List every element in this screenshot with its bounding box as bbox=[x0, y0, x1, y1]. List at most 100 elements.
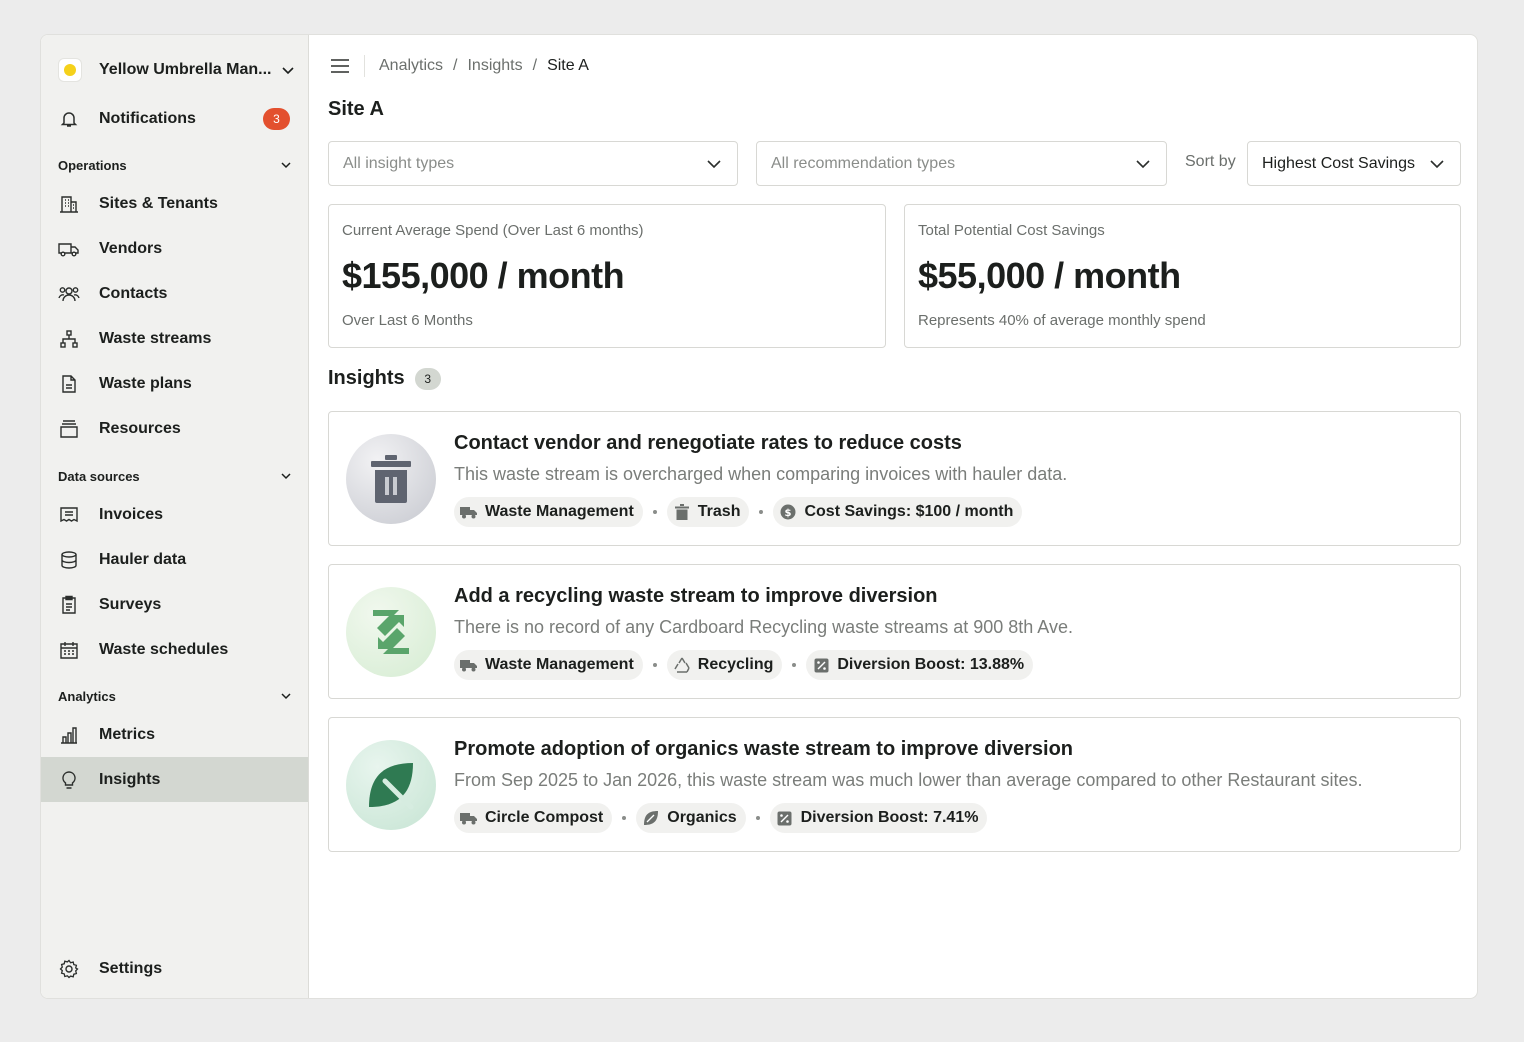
sidebar-item-label: Insights bbox=[99, 770, 161, 788]
stat-card-savings: Total Potential Cost Savings $55,000 / m… bbox=[904, 204, 1461, 348]
insight-card[interactable]: Add a recycling waste stream to improve … bbox=[328, 564, 1461, 699]
gear-icon bbox=[58, 958, 80, 980]
breadcrumb-separator: / bbox=[453, 57, 458, 74]
sidebar-item-label: Contacts bbox=[99, 284, 168, 302]
chevron-down-icon bbox=[707, 159, 721, 168]
svg-text:$: $ bbox=[785, 508, 792, 519]
count-badge: 3 bbox=[414, 367, 441, 390]
impact-tag: Diversion Boost: 13.88% bbox=[806, 650, 1034, 680]
section-operations[interactable]: Operations bbox=[58, 154, 293, 176]
tag-label: Cost Savings: $100 / month bbox=[804, 503, 1014, 520]
sidebar-item-label: Invoices bbox=[99, 505, 164, 523]
recycle-icon bbox=[346, 587, 436, 677]
sidebar-item-label: Surveys bbox=[99, 595, 162, 613]
stat-value: $55,000 / month bbox=[918, 255, 1181, 296]
sidebar-item-waste-plans[interactable]: Waste plans bbox=[41, 361, 308, 406]
sidebar: Yellow Umbrella Man... Notifications 3 O… bbox=[41, 35, 309, 998]
sidebar-item-waste-streams[interactable]: Waste streams bbox=[41, 316, 308, 361]
vendor-tag: Waste Management bbox=[454, 497, 643, 527]
percent-icon bbox=[776, 809, 794, 827]
tag-label: Diversion Boost: 13.88% bbox=[837, 656, 1025, 673]
trash-icon bbox=[346, 434, 436, 524]
section-data-sources[interactable]: Data sources bbox=[58, 465, 293, 487]
stat-label: Total Potential Cost Savings bbox=[918, 222, 1105, 239]
org-logo bbox=[58, 58, 82, 82]
select-value: Highest Cost Savings bbox=[1262, 154, 1415, 172]
select-placeholder: All recommendation types bbox=[771, 154, 956, 172]
tag-label: Trash bbox=[697, 503, 741, 520]
tag-label: Waste Management bbox=[485, 656, 634, 673]
card-description: From Sep 2025 to Jan 2026, this waste st… bbox=[454, 770, 1363, 790]
tag-label: Circle Compost bbox=[485, 809, 604, 826]
sidebar-item-label: Vendors bbox=[99, 239, 163, 257]
truck-icon bbox=[460, 503, 478, 521]
menu-icon[interactable] bbox=[330, 56, 350, 76]
truck-icon bbox=[460, 656, 478, 674]
app-window: Yellow Umbrella Man... Notifications 3 O… bbox=[40, 34, 1478, 999]
receipt-icon bbox=[58, 504, 80, 526]
percent-icon bbox=[812, 656, 830, 674]
document-icon bbox=[58, 373, 80, 395]
vendor-tag: Circle Compost bbox=[454, 803, 613, 833]
chevron-down-icon bbox=[1136, 159, 1150, 168]
card-description: There is no record of any Cardboard Recy… bbox=[454, 617, 1073, 637]
sidebar-item-label: Hauler data bbox=[99, 550, 187, 568]
sidebar-item-surveys[interactable]: Surveys bbox=[41, 582, 308, 627]
database-icon bbox=[58, 549, 80, 571]
sidebar-item-insights[interactable]: Insights bbox=[41, 757, 308, 802]
sidebar-item-notifications[interactable]: Notifications 3 bbox=[41, 96, 308, 141]
tag-label: Organics bbox=[667, 809, 737, 826]
breadcrumb-analytics[interactable]: Analytics bbox=[379, 57, 443, 75]
section-analytics[interactable]: Analytics bbox=[58, 685, 293, 707]
section-title: Insights bbox=[328, 367, 405, 389]
notification-badge: 3 bbox=[263, 107, 290, 130]
sort-select[interactable]: Highest Cost Savings bbox=[1247, 141, 1461, 186]
divider bbox=[364, 55, 365, 77]
sidebar-item-waste-schedules[interactable]: Waste schedules bbox=[41, 627, 308, 672]
card-title: Promote adoption of organics waste strea… bbox=[454, 738, 1074, 760]
building-icon bbox=[58, 193, 80, 215]
calendar-icon bbox=[58, 639, 80, 661]
sidebar-item-label: Notifications bbox=[99, 109, 196, 127]
separator-dot bbox=[652, 663, 657, 667]
sidebar-item-label: Settings bbox=[99, 959, 163, 977]
lightbulb-icon bbox=[58, 769, 80, 791]
separator-dot bbox=[652, 510, 657, 514]
sidebar-item-label: Sites & Tenants bbox=[99, 194, 218, 212]
sidebar-item-resources[interactable]: Resources bbox=[41, 406, 308, 451]
stream-tag: Recycling bbox=[666, 650, 783, 680]
sidebar-item-label: Waste schedules bbox=[99, 640, 229, 658]
main-content: Analytics / Insights / Site A Site A All… bbox=[310, 35, 1477, 998]
breadcrumb-insights[interactable]: Insights bbox=[467, 57, 522, 75]
org-switcher[interactable]: Yellow Umbrella Man... bbox=[58, 55, 296, 85]
truck-icon bbox=[58, 238, 80, 260]
insight-card[interactable]: Contact vendor and renegotiate rates to … bbox=[328, 411, 1461, 546]
stat-card-spend: Current Average Spend (Over Last 6 month… bbox=[328, 204, 886, 348]
insights-header: Insights 3 bbox=[328, 367, 441, 390]
recommendation-type-select[interactable]: All recommendation types bbox=[756, 141, 1167, 186]
hierarchy-icon bbox=[58, 328, 80, 350]
chevron-down-icon bbox=[281, 473, 291, 480]
sidebar-item-settings[interactable]: Settings bbox=[41, 946, 308, 991]
insight-card[interactable]: Promote adoption of organics waste strea… bbox=[328, 717, 1461, 852]
sidebar-item-sites[interactable]: Sites & Tenants bbox=[41, 181, 308, 226]
section-label: Analytics bbox=[58, 688, 116, 704]
sidebar-item-label: Resources bbox=[99, 419, 181, 437]
org-name: Yellow Umbrella Man... bbox=[99, 61, 272, 78]
sidebar-item-metrics[interactable]: Metrics bbox=[41, 712, 308, 757]
tag-label: Recycling bbox=[697, 656, 774, 673]
sidebar-item-contacts[interactable]: Contacts bbox=[41, 271, 308, 316]
sidebar-item-hauler-data[interactable]: Hauler data bbox=[41, 537, 308, 582]
breadcrumb-current: Site A bbox=[547, 57, 589, 74]
insight-type-select[interactable]: All insight types bbox=[328, 141, 738, 186]
sidebar-item-invoices[interactable]: Invoices bbox=[41, 492, 308, 537]
chevron-down-icon bbox=[1430, 159, 1444, 168]
separator-dot bbox=[792, 663, 797, 667]
sidebar-item-label: Waste plans bbox=[99, 374, 192, 392]
vendor-tag: Waste Management bbox=[454, 650, 643, 680]
separator-dot bbox=[759, 510, 764, 514]
tag-label: Waste Management bbox=[485, 503, 634, 520]
chevron-down-icon bbox=[281, 693, 291, 700]
tag-list: Waste Management Trash $ Cost Savings: $1… bbox=[454, 497, 1023, 527]
sidebar-item-vendors[interactable]: Vendors bbox=[41, 226, 308, 271]
